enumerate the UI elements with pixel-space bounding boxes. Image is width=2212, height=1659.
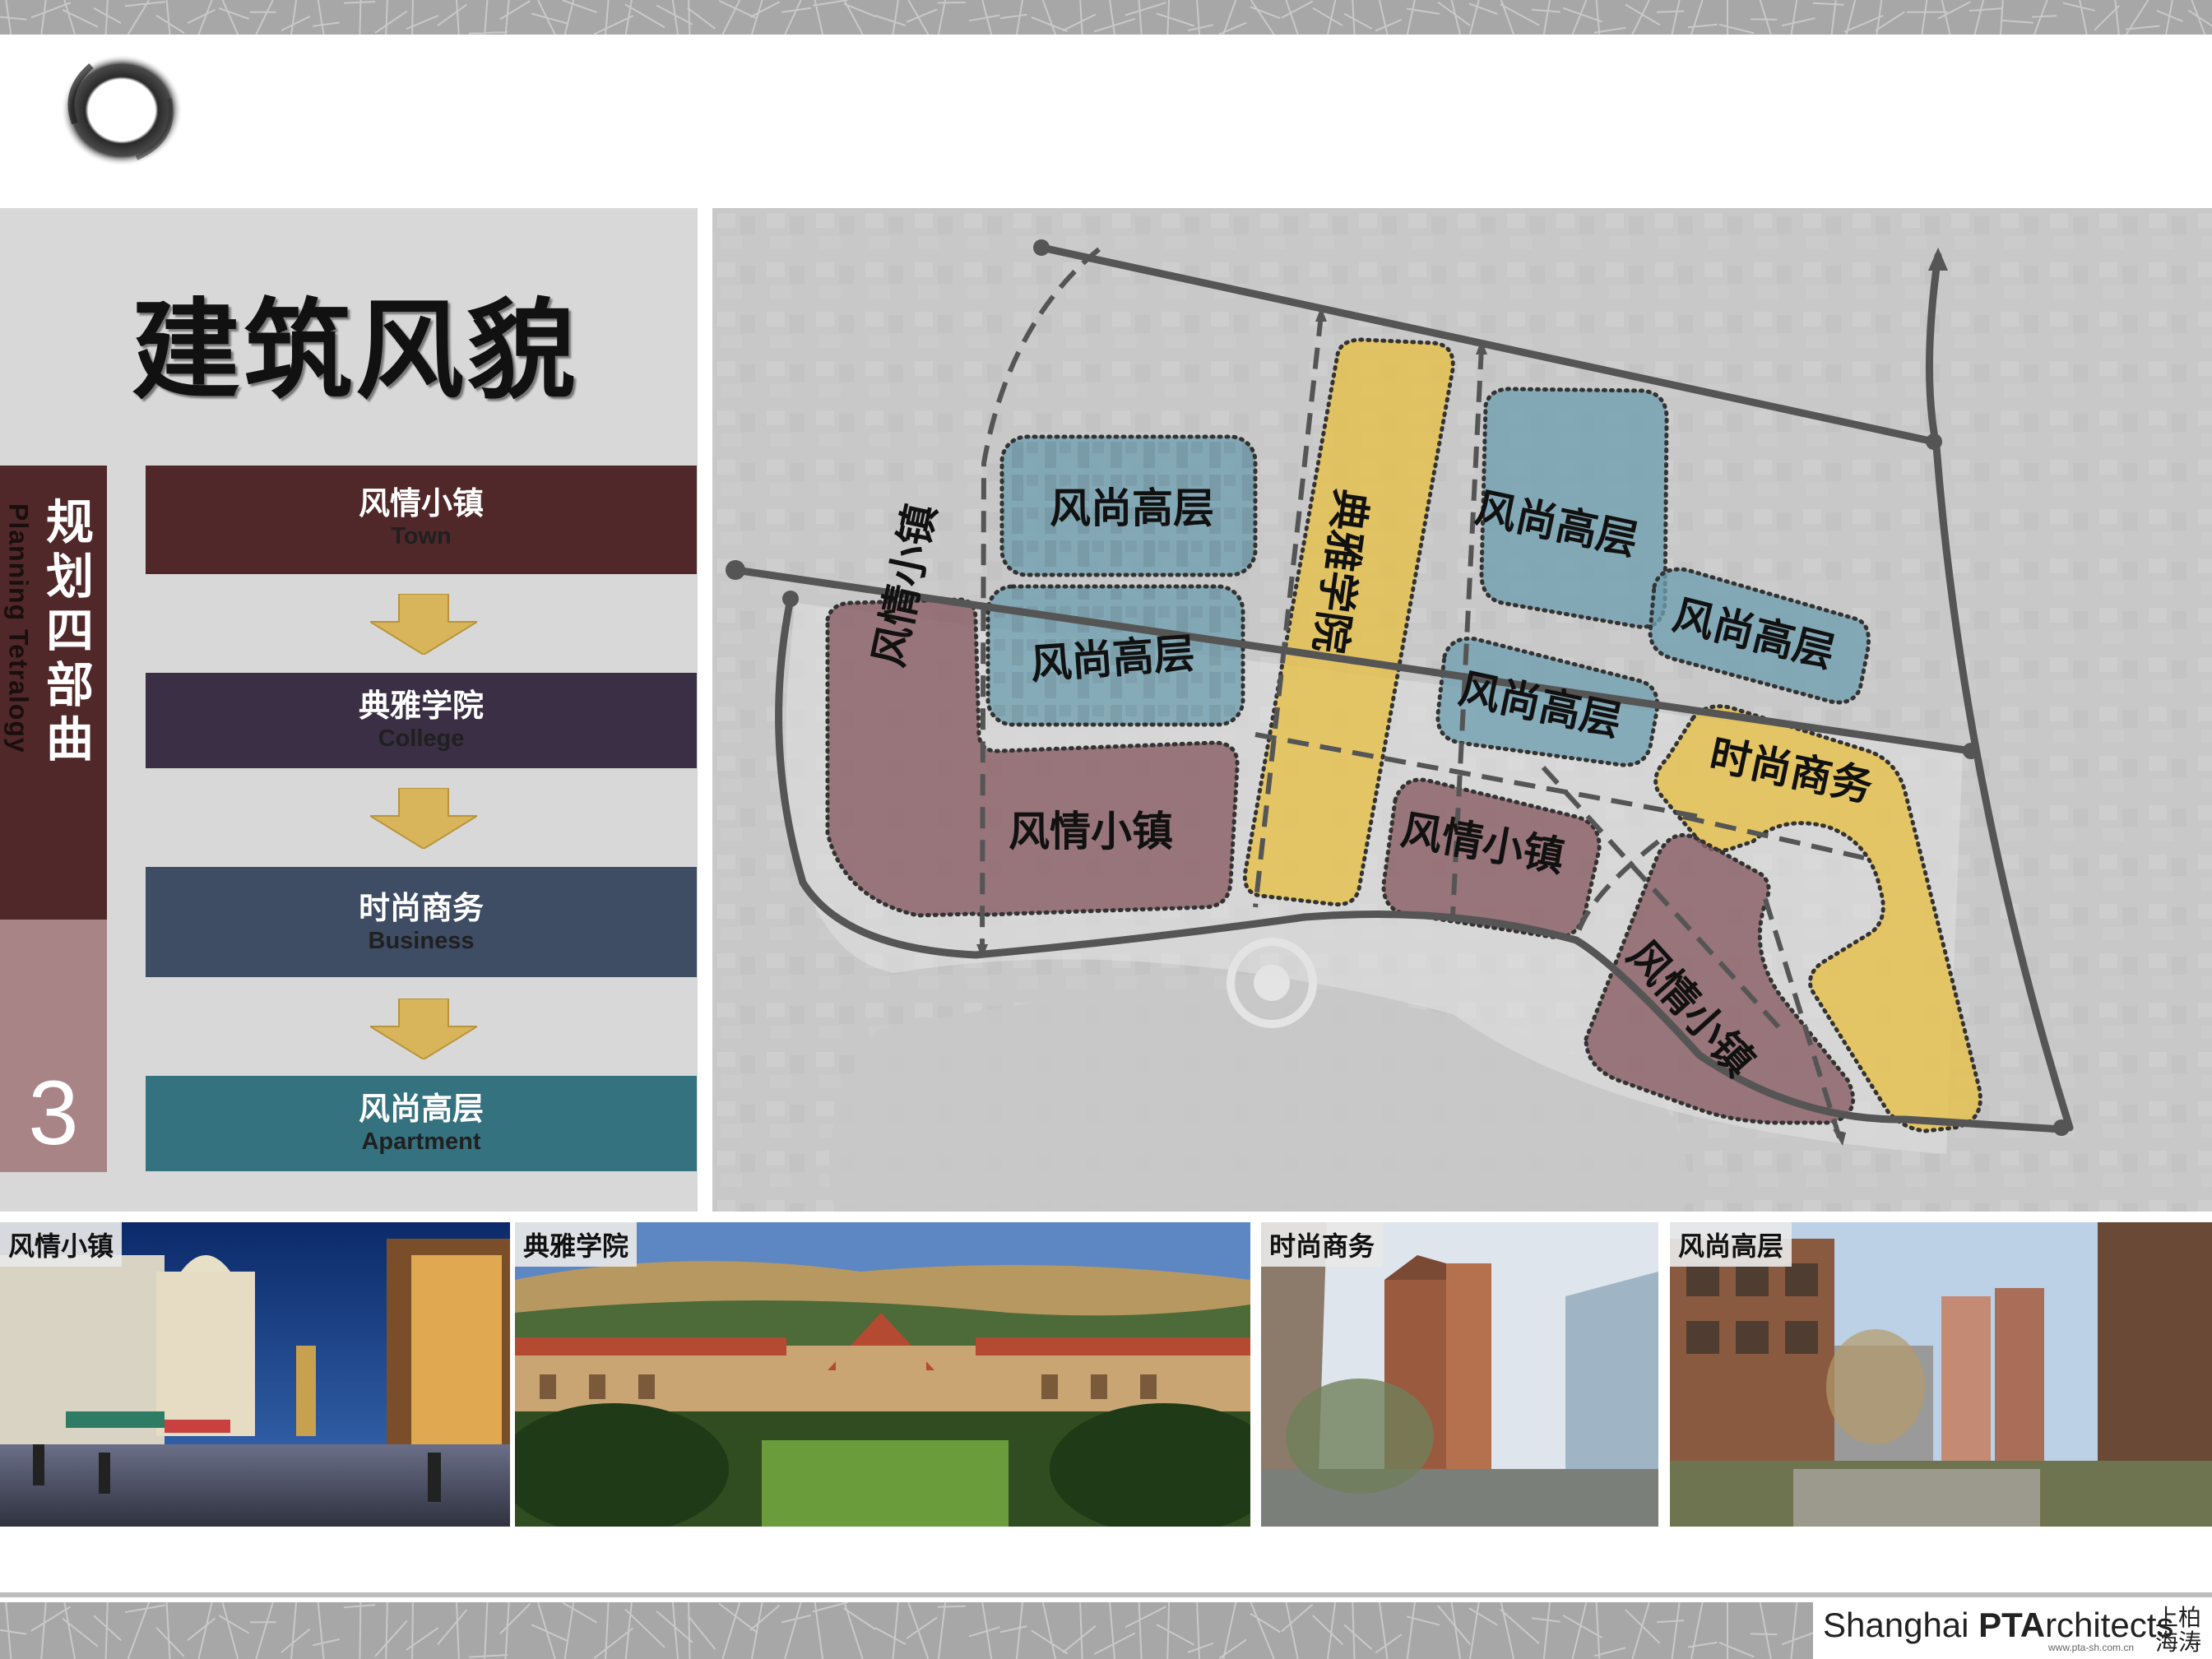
phase-town: 风情小镇 Town (146, 466, 697, 574)
european-town-photo-icon (0, 1222, 510, 1527)
photo-label-town: 风情小镇 (0, 1222, 123, 1267)
map-label-town-1: 风情小镇 (1009, 807, 1173, 855)
down-arrow-icon (370, 999, 477, 1059)
side-title-en: Planning Tetralogy (3, 503, 34, 753)
logo-text-rest: rchitects (2045, 1606, 2174, 1644)
business-tower-photo-icon (1261, 1222, 1658, 1527)
college-campus-photo-icon (515, 1222, 1250, 1527)
photo-label-apartment: 风尚高层 (1670, 1222, 1792, 1267)
photo-town: 风情小镇 (0, 1222, 510, 1527)
phase-apartment: 风尚高层 Apartment (146, 1076, 697, 1171)
phase-town-en: Town (391, 523, 452, 549)
crackle-pattern (0, 0, 2212, 35)
phase-college: 典雅学院 College (146, 673, 697, 768)
photo-label-business: 时尚商务 (1261, 1222, 1384, 1267)
logo-cn: 上柏海涛 (2155, 1604, 2202, 1656)
side-title-en-wrap: Planning Tetralogy (0, 503, 36, 783)
site-plan-map: 风尚高层 风尚高层 风尚高层 风尚高层 风尚高层 时尚商务 风情小镇 风情小镇 … (712, 208, 2212, 1212)
bottom-divider (0, 1592, 2212, 1597)
apartment-street-photo-icon (1670, 1222, 2212, 1527)
logo-url: www.pta-sh.com.cn (2048, 1642, 2135, 1653)
phase-business: 时尚商务 Business (146, 867, 697, 977)
phase-business-cn: 时尚商务 (358, 889, 484, 926)
section-number: 3 (28, 1063, 79, 1164)
photo-college: 典雅学院 (515, 1222, 1250, 1527)
phase-college-cn: 典雅学院 (358, 687, 484, 724)
down-arrow-icon (370, 594, 477, 655)
ink-circle-icon (61, 54, 183, 166)
phase-apartment-cn: 风尚高层 (358, 1090, 484, 1127)
map-label-apartment-1: 风尚高层 (1050, 484, 1214, 532)
top-pattern-band (0, 0, 2212, 35)
company-logo: Shanghai PTArchitects (1823, 1606, 2173, 1645)
site-plan-svg: 风尚高层 风尚高层 风尚高层 风尚高层 风尚高层 时尚商务 风情小镇 风情小镇 … (712, 208, 2212, 1212)
logo-text-plain: Shanghai (1823, 1606, 1979, 1644)
down-arrow-icon (370, 788, 477, 849)
phase-business-en: Business (368, 928, 475, 954)
phase-apartment-en: Apartment (361, 1128, 481, 1155)
side-title-cn: 规划四部曲 (45, 494, 94, 767)
page-title: 建筑风貌 (132, 287, 579, 415)
phase-town-cn: 风情小镇 (358, 484, 484, 521)
logo-text-bold: PTA (1978, 1606, 2046, 1644)
phase-college-en: College (378, 725, 465, 752)
photo-business: 时尚商务 (1261, 1222, 1658, 1527)
photo-apartment: 风尚高层 (1670, 1222, 2212, 1527)
photo-label-college: 典雅学院 (515, 1222, 638, 1267)
